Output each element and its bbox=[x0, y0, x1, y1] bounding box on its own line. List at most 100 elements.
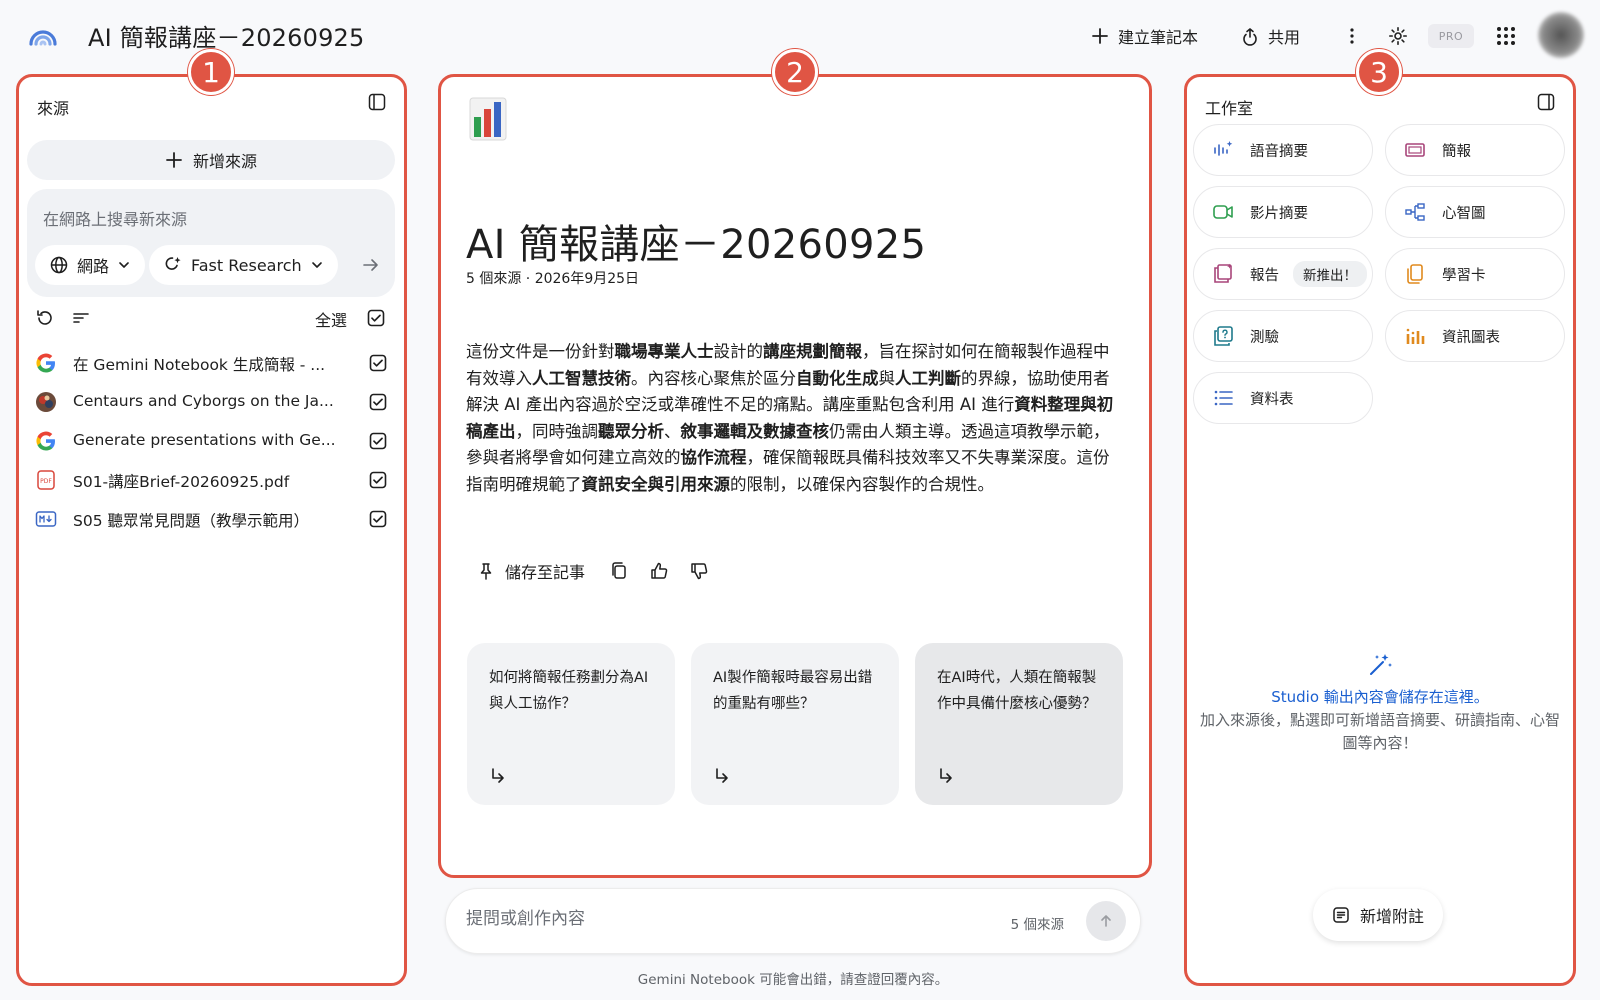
thumbnail-icon bbox=[36, 392, 56, 412]
summary-text: 。內容核心聚焦於區分 bbox=[631, 368, 796, 388]
pin-icon bbox=[480, 563, 492, 580]
studio-tile-mind-map[interactable]: 心智圖 bbox=[1385, 186, 1565, 238]
slides-icon bbox=[1405, 143, 1425, 157]
research-mode-chip[interactable]: Fast Research bbox=[149, 245, 338, 285]
disclaimer-text: Gemini Notebook 可能會出錯，請查證回覆內容。 bbox=[637, 972, 949, 988]
add-source-button[interactable]: 新增來源 bbox=[27, 140, 395, 180]
sort-icon[interactable] bbox=[71, 308, 91, 328]
studio-tile-quiz[interactable]: 測驗 bbox=[1193, 310, 1373, 362]
new-badge: 新推出！ bbox=[1293, 261, 1367, 287]
note-icon bbox=[1333, 907, 1349, 923]
sources-toolbar: 全選 bbox=[35, 303, 385, 333]
source-item[interactable]: Generate presentations with Ge... bbox=[35, 423, 387, 459]
summary-highlight: 協作流程 bbox=[680, 448, 747, 467]
plus-icon bbox=[166, 152, 182, 168]
summary-highlight: 自動化生成 bbox=[796, 368, 879, 388]
annotation-badge-1: 1 bbox=[188, 49, 234, 95]
source-checkbox[interactable] bbox=[369, 471, 387, 489]
app-logo-icon[interactable] bbox=[28, 20, 58, 50]
summary-text: 這份文件是一份針對 bbox=[466, 342, 615, 361]
web-source-chip[interactable]: 網路 bbox=[35, 245, 146, 285]
create-notebook-label: 建立筆記本 bbox=[1118, 28, 1199, 47]
select-all-checkbox[interactable] bbox=[367, 309, 385, 327]
source-item[interactable]: 在 Gemini Notebook 生成簡報 - ... bbox=[35, 345, 387, 381]
notebook-summary: 這份文件是一份針對職場專業人士設計的講座規劃簡報，旨在探討如何在簡報製作過程中有… bbox=[466, 339, 1116, 498]
source-checkbox[interactable] bbox=[369, 393, 387, 411]
source-checkbox[interactable] bbox=[369, 432, 387, 450]
suggested-question-card[interactable]: AI製作簡報時最容易出錯的重點有哪些？ bbox=[691, 643, 899, 805]
source-label: Generate presentations with Ge... bbox=[73, 431, 336, 449]
apps-launcher-button[interactable] bbox=[1496, 22, 1516, 50]
arrow-right-icon[interactable] bbox=[361, 255, 381, 275]
suggested-question-card[interactable]: 如何將簡報任務劃分為AI與人工協作？ bbox=[467, 643, 675, 805]
mind-map-icon bbox=[1405, 203, 1425, 221]
web-chip-label: 網路 bbox=[77, 257, 110, 276]
summary-text: 、 bbox=[664, 421, 681, 441]
thumbs-down-icon[interactable] bbox=[689, 561, 709, 581]
source-item[interactable]: PDF S01-講座Brief-20260925.pdf bbox=[35, 462, 387, 498]
quiz-icon bbox=[1214, 326, 1233, 346]
subdirectory-arrow-icon bbox=[940, 768, 952, 783]
account-avatar[interactable] bbox=[1538, 12, 1584, 58]
suggested-question-text: 如何將簡報任務劃分為AI與人工協作？ bbox=[489, 670, 649, 712]
google-icon bbox=[36, 431, 55, 451]
summary-text: 設計的 bbox=[713, 342, 764, 361]
notebook-meta: 5 個來源 · 2026年9月25日 bbox=[466, 271, 640, 287]
more-vert-icon bbox=[1350, 28, 1354, 44]
create-notebook-button[interactable]: 建立筆記本 bbox=[1090, 22, 1198, 50]
thumbs-up-icon[interactable] bbox=[649, 561, 669, 581]
studio-tile-label: 簡報 bbox=[1442, 143, 1471, 160]
share-button[interactable]: 共用 bbox=[1240, 22, 1300, 50]
share-label: 共用 bbox=[1268, 28, 1301, 47]
summary-text: ，同時強調 bbox=[515, 421, 599, 441]
source-checkbox[interactable] bbox=[369, 510, 387, 528]
copy-icon[interactable] bbox=[609, 561, 629, 581]
apps-grid-icon bbox=[1497, 27, 1515, 45]
save-to-note-button[interactable]: 儲存至記事 bbox=[477, 559, 585, 583]
source-label: Centaurs and Cyborgs on the Ja... bbox=[73, 392, 334, 410]
web-search-input[interactable]: 在網路上搜尋新來源 bbox=[43, 206, 187, 230]
send-button[interactable] bbox=[1086, 901, 1126, 941]
suggested-question-card[interactable]: 在AI時代，人類在簡報製作中具備什麼核心優勢？ bbox=[915, 643, 1123, 805]
add-note-label: 新增附註 bbox=[1359, 907, 1424, 926]
studio-tile-report[interactable]: 報告 新推出！ bbox=[1193, 248, 1373, 300]
google-icon bbox=[36, 353, 55, 373]
query-input[interactable] bbox=[466, 909, 946, 929]
studio-tile-flashcards[interactable]: 學習卡 bbox=[1385, 248, 1565, 300]
select-all-label[interactable]: 全選 bbox=[315, 307, 347, 331]
report-icon bbox=[1214, 263, 1232, 283]
studio-tile-label: 語音摘要 bbox=[1250, 143, 1308, 160]
collapse-panel-icon[interactable] bbox=[368, 93, 386, 111]
video-overview-icon bbox=[1213, 205, 1233, 219]
gear-icon bbox=[1389, 27, 1407, 45]
studio-tile-infographic[interactable]: 資訊圖表 bbox=[1385, 310, 1565, 362]
plus-icon bbox=[1092, 28, 1108, 44]
add-note-button[interactable]: 新增附註 bbox=[1313, 889, 1443, 941]
studio-tile-slides[interactable]: 簡報 bbox=[1385, 124, 1565, 176]
summary-highlight: 職場專業人士 bbox=[614, 342, 714, 361]
refresh-icon[interactable] bbox=[35, 308, 55, 328]
more-options-button[interactable] bbox=[1342, 22, 1362, 50]
studio-tile-video-overview[interactable]: 影片摘要 bbox=[1193, 186, 1373, 238]
notebook-title[interactable]: AI 簡報講座－20260925 bbox=[88, 18, 364, 53]
infographic-icon bbox=[1406, 328, 1425, 344]
source-item[interactable]: Centaurs and Cyborgs on the Ja... bbox=[35, 384, 387, 420]
studio-tile-audio-overview[interactable]: 語音摘要 bbox=[1193, 124, 1373, 176]
studio-panel: 工作室 語音摘要 簡報 影片摘要 心智圖 報告 新推出！ 學習卡 測驗 資訊圖表… bbox=[1184, 74, 1576, 986]
annotation-badge-3: 3 bbox=[1356, 49, 1402, 95]
source-count-label: 5 個來源 bbox=[1010, 917, 1064, 933]
flashcards-icon bbox=[1407, 264, 1423, 284]
source-item[interactable]: S05 聽眾常見問題（教學示範用） bbox=[35, 501, 387, 537]
pdf-icon: PDF bbox=[37, 470, 55, 490]
source-checkbox[interactable] bbox=[369, 354, 387, 372]
collapse-panel-icon[interactable] bbox=[1537, 93, 1555, 111]
query-bar: 5 個來源 bbox=[445, 888, 1141, 954]
studio-empty-title: Studio 輸出內容會儲存在這裡。 bbox=[1271, 688, 1489, 706]
web-search-box: 在網路上搜尋新來源 網路 Fast Research bbox=[27, 189, 395, 297]
studio-tile-label: 資訊圖表 bbox=[1442, 329, 1500, 346]
settings-button[interactable] bbox=[1388, 22, 1408, 50]
save-to-note-label: 儲存至記事 bbox=[505, 563, 586, 582]
chevron-down-icon bbox=[311, 262, 322, 268]
studio-tile-data-table[interactable]: 資料表 bbox=[1193, 372, 1373, 424]
chevron-down-icon bbox=[119, 262, 129, 268]
